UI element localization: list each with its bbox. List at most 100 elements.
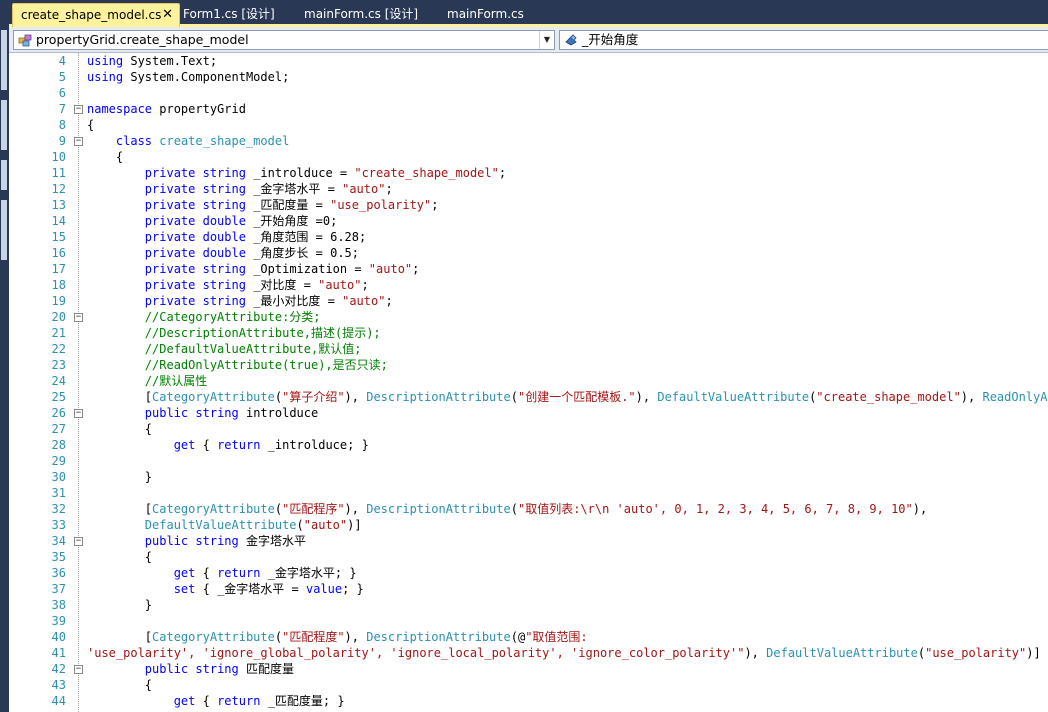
line-number: 28 (51, 438, 66, 452)
code-line[interactable]: set { _金字塔水平 = value; } (87, 581, 364, 597)
code-line[interactable]: get { return _匹配度量; } (87, 693, 345, 709)
code-line[interactable]: using System.ComponentModel; (87, 69, 289, 85)
line-number: 14 (51, 214, 66, 228)
code-line[interactable]: public string 金字塔水平 (87, 533, 306, 549)
tab-label: mainForm.cs (447, 7, 524, 21)
toolbox-tab[interactable] (1, 30, 7, 90)
tab-mainform[interactable]: mainForm.cs (439, 3, 549, 27)
code-line[interactable]: private double _角度步长 = 0.5; (87, 245, 359, 261)
toolbox-sidebar[interactable] (0, 0, 9, 712)
line-number: 8 (58, 118, 66, 132)
code-line[interactable]: private string _Optimization = "auto"; (87, 261, 420, 277)
line-number: 25 (51, 390, 66, 404)
line-number: 38 (51, 598, 66, 612)
code-line[interactable]: [CategoryAttribute("匹配程序"), DescriptionA… (87, 501, 927, 517)
collapse-icon[interactable]: − (74, 313, 83, 322)
type-selector-dropdown[interactable]: propertyGrid.create_shape_model ▼ (13, 30, 555, 50)
line-number: 12 (51, 182, 66, 196)
code-line[interactable]: //CategoryAttribute:分类; (87, 309, 321, 325)
type-selector-value: propertyGrid.create_shape_model (36, 32, 249, 47)
line-number: 17 (51, 262, 66, 276)
class-icon (18, 34, 32, 47)
line-number: 18 (51, 278, 66, 292)
close-icon[interactable]: ✕ (162, 4, 173, 26)
code-line[interactable]: private double _角度范围 = 6.28; (87, 229, 366, 245)
collapse-icon[interactable]: − (74, 105, 83, 114)
code-line[interactable]: private string _introlduce = "create_sha… (87, 165, 506, 181)
code-line[interactable]: //ReadOnlyAttribute(true),是否只读; (87, 357, 388, 373)
code-line[interactable]: private string _最小对比度 = "auto"; (87, 293, 393, 309)
code-line[interactable]: //DescriptionAttribute,描述(提示); (87, 325, 381, 341)
code-line[interactable]: { (87, 149, 123, 165)
collapse-icon[interactable]: − (74, 137, 83, 146)
line-number: 6 (58, 86, 66, 100)
toolbox-tab[interactable] (1, 160, 7, 190)
member-selector-dropdown[interactable]: _开始角度 (559, 30, 1048, 50)
code-line[interactable]: using System.Text; (87, 53, 217, 69)
code-line[interactable]: private string _对比度 = "auto"; (87, 277, 369, 293)
line-number: 13 (51, 198, 66, 212)
line-number: 34 (51, 534, 66, 548)
code-line[interactable]: private string _匹配度量 = "use_polarity"; (87, 197, 439, 213)
code-line[interactable]: //DefaultValueAttribute,默认值; (87, 341, 362, 357)
navigation-bar: propertyGrid.create_shape_model ▼ _开始角度 (9, 27, 1048, 53)
line-number: 33 (51, 518, 66, 532)
line-number: 15 (51, 230, 66, 244)
line-number: 26 (51, 406, 66, 420)
tab-form1-design[interactable]: Form1.cs [设计] (175, 3, 295, 27)
toolbox-tab[interactable] (1, 200, 7, 260)
line-number: 31 (51, 486, 66, 500)
line-number: 5 (58, 70, 66, 84)
code-line[interactable]: get { return _introlduce; } (87, 437, 369, 453)
line-number: 19 (51, 294, 66, 308)
code-line[interactable]: [CategoryAttribute("算子介绍"), DescriptionA… (87, 389, 1048, 405)
line-number: 29 (51, 454, 66, 468)
chevron-down-icon[interactable]: ▼ (539, 31, 554, 49)
tab-create-shape-model[interactable]: create_shape_model.cs ✕ (12, 3, 180, 27)
code-line[interactable]: private double _开始角度 =0; (87, 213, 338, 229)
line-number: 42 (51, 662, 66, 676)
field-icon (565, 34, 577, 46)
line-number: 32 (51, 502, 66, 516)
line-number: 16 (51, 246, 66, 260)
code-line[interactable]: class create_shape_model (87, 133, 289, 149)
code-line[interactable]: [CategoryAttribute("匹配程度"), DescriptionA… (87, 629, 588, 645)
line-number: 7 (58, 102, 66, 116)
line-number: 40 (51, 630, 66, 644)
line-number: 23 (51, 358, 66, 372)
code-editor[interactable]: 4 using System.Text; 5 using System.Compone… (9, 53, 1048, 712)
code-line[interactable]: public string introlduce (87, 405, 318, 421)
collapse-icon[interactable]: − (74, 409, 83, 418)
line-number: 9 (58, 134, 66, 148)
tab-label: create_shape_model.cs (21, 8, 162, 22)
code-line[interactable]: { (87, 117, 94, 133)
code-line[interactable]: { (87, 677, 152, 693)
code-line[interactable]: public string 匹配度量 (87, 661, 294, 677)
code-line[interactable]: } (87, 469, 152, 485)
document-tab-bar: create_shape_model.cs ✕ Form1.cs [设计] ma… (9, 0, 1048, 27)
line-number: 30 (51, 470, 66, 484)
member-selector-value: _开始角度 (582, 32, 639, 47)
code-line[interactable]: { (87, 549, 152, 565)
line-number: 35 (51, 550, 66, 564)
code-line[interactable]: private string _金字塔水平 = "auto"; (87, 181, 393, 197)
tab-label: mainForm.cs [设计] (304, 7, 419, 21)
code-line[interactable]: DefaultValueAttribute("auto")] (87, 517, 362, 533)
collapse-icon[interactable]: − (74, 665, 83, 674)
line-number: 4 (58, 54, 66, 68)
collapse-icon[interactable]: − (74, 537, 83, 546)
outline-guide (78, 53, 79, 712)
code-line[interactable]: //默认属性 (87, 373, 207, 389)
line-number: 24 (51, 374, 66, 388)
code-line[interactable]: 'use_polarity', 'ignore_global_polarity'… (87, 645, 1041, 661)
line-number: 41 (51, 646, 66, 660)
line-number: 43 (51, 678, 66, 692)
line-number: 37 (51, 582, 66, 596)
code-line[interactable]: } (87, 597, 152, 613)
code-line[interactable]: namespace propertyGrid (87, 101, 246, 117)
code-line[interactable]: { (87, 421, 152, 437)
code-line[interactable]: get { return _金字塔水平; } (87, 565, 357, 581)
toolbox-tab[interactable] (1, 100, 7, 150)
tab-mainform-design[interactable]: mainForm.cs [设计] (296, 3, 431, 27)
line-number: 21 (51, 326, 66, 340)
